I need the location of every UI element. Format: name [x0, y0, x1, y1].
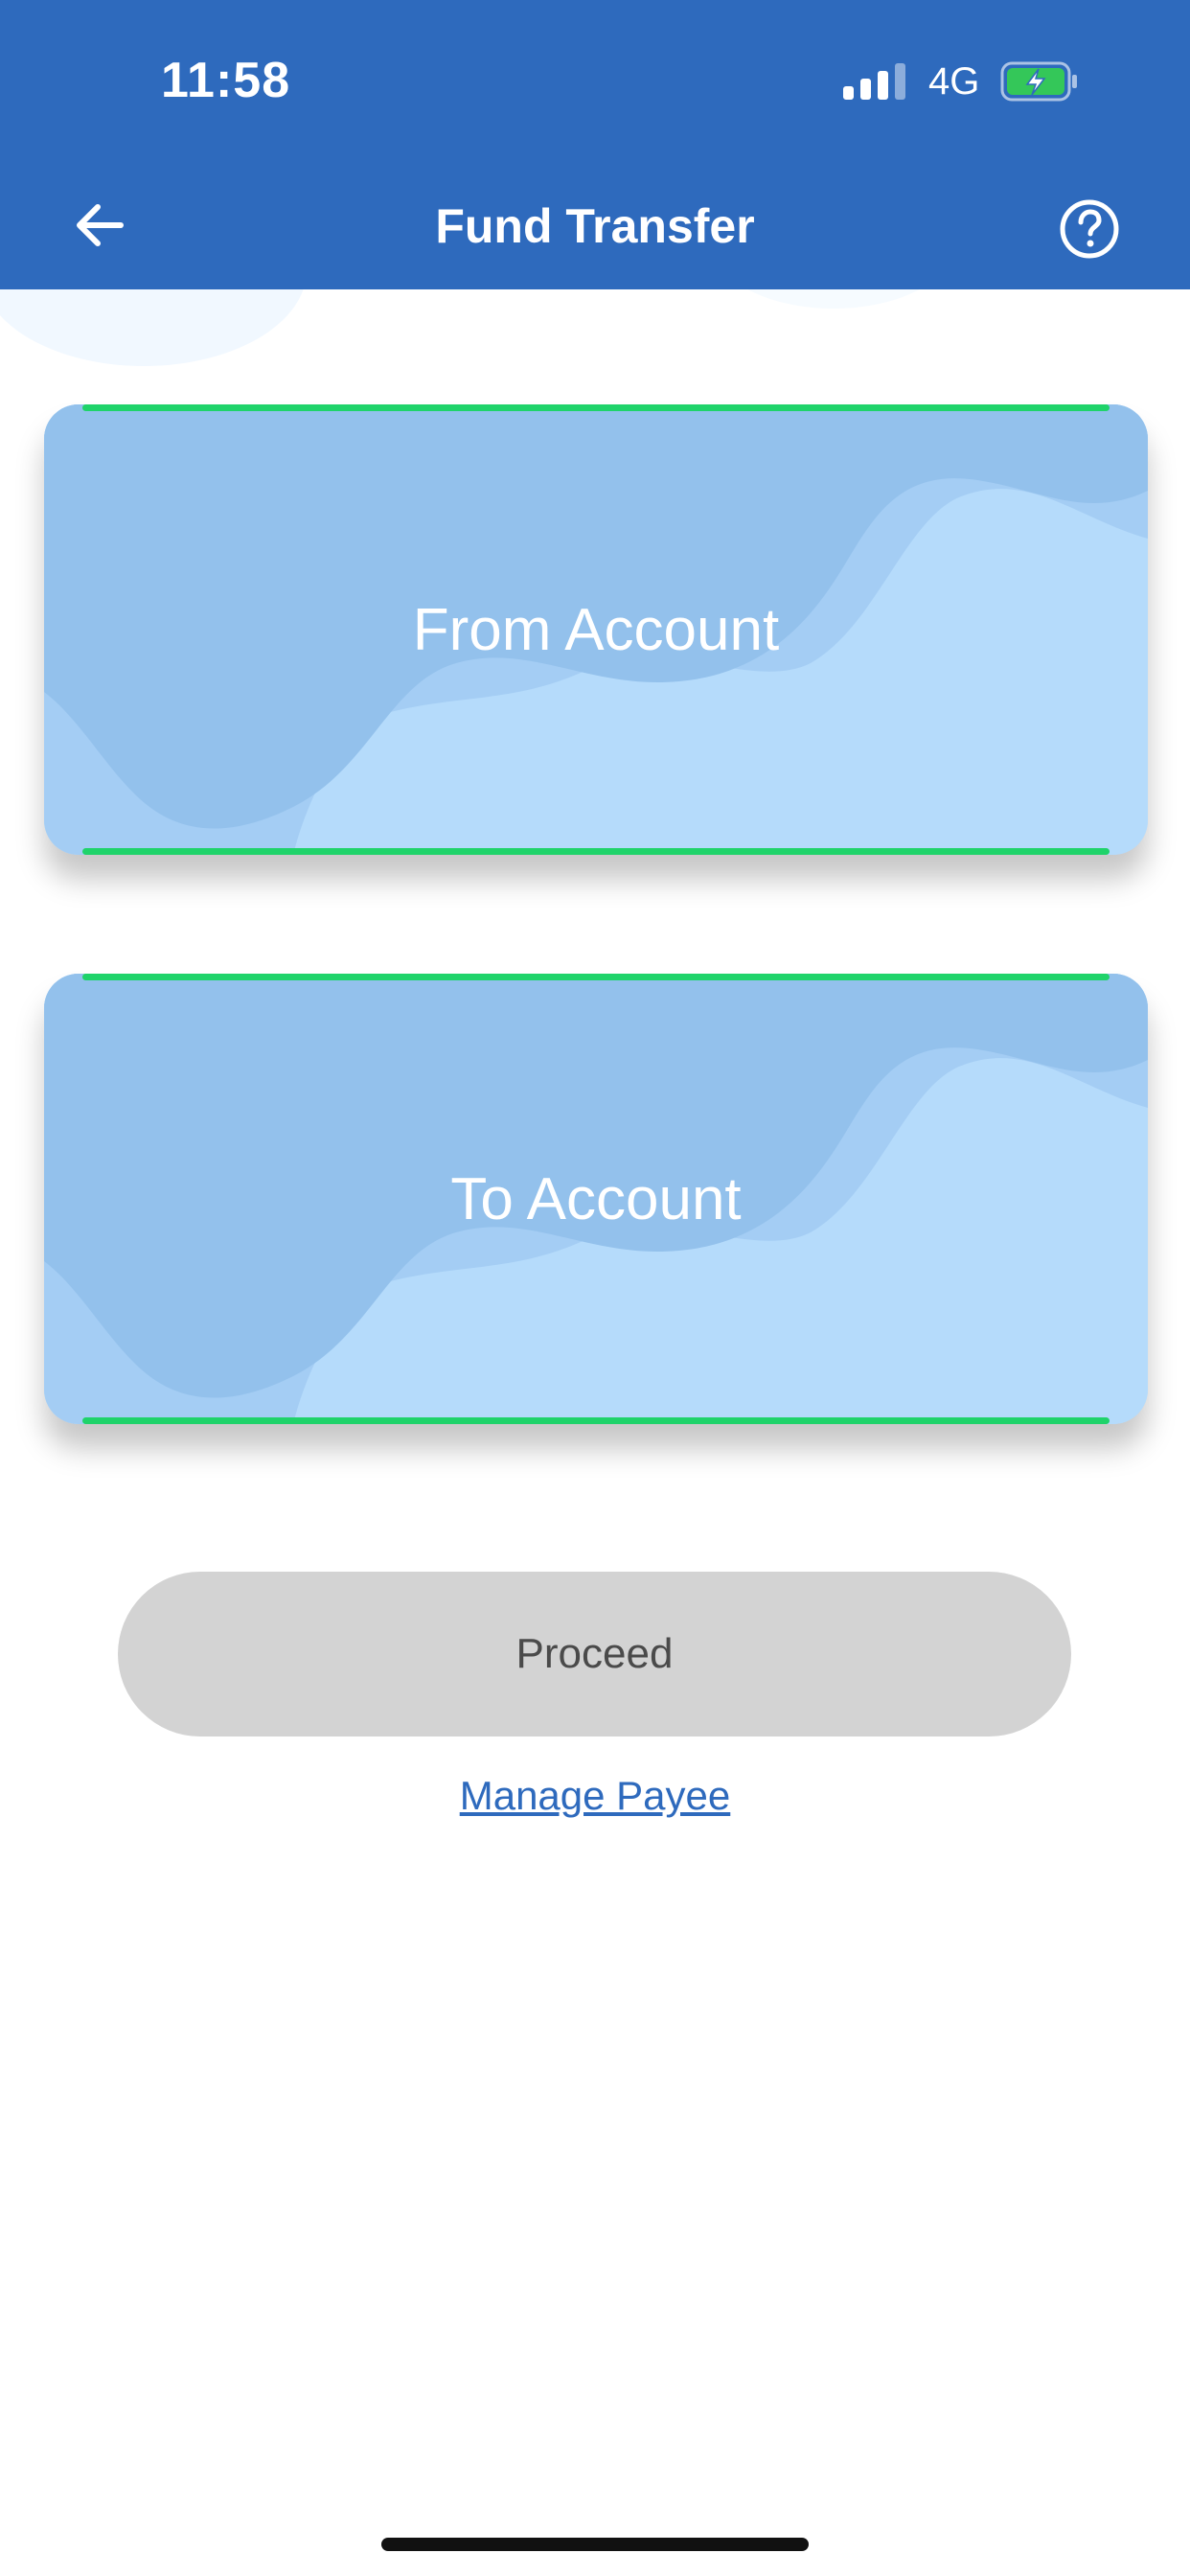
status-indicators: 4G	[843, 58, 1079, 105]
question-circle-icon	[1060, 199, 1119, 259]
page-title: Fund Transfer	[435, 199, 755, 253]
network-type: 4G	[928, 60, 980, 103]
from-account-label: From Account	[412, 596, 780, 663]
app-header: 11:58 4G Fund Transfer	[0, 0, 1190, 289]
home-indicator	[381, 2538, 809, 2551]
background-decoration	[0, 289, 1190, 366]
manage-payee-link[interactable]: Manage Payee	[0, 1773, 1190, 1819]
signal-icon	[843, 63, 905, 100]
from-account-card[interactable]: From Account	[44, 404, 1148, 855]
status-time: 11:58	[161, 53, 291, 108]
proceed-button[interactable]: Proceed	[118, 1572, 1071, 1736]
help-button[interactable]	[1058, 197, 1121, 261]
battery-charging-icon	[1000, 61, 1079, 102]
to-account-label: To Account	[450, 1165, 742, 1232]
to-account-card[interactable]: To Account	[44, 974, 1148, 1424]
